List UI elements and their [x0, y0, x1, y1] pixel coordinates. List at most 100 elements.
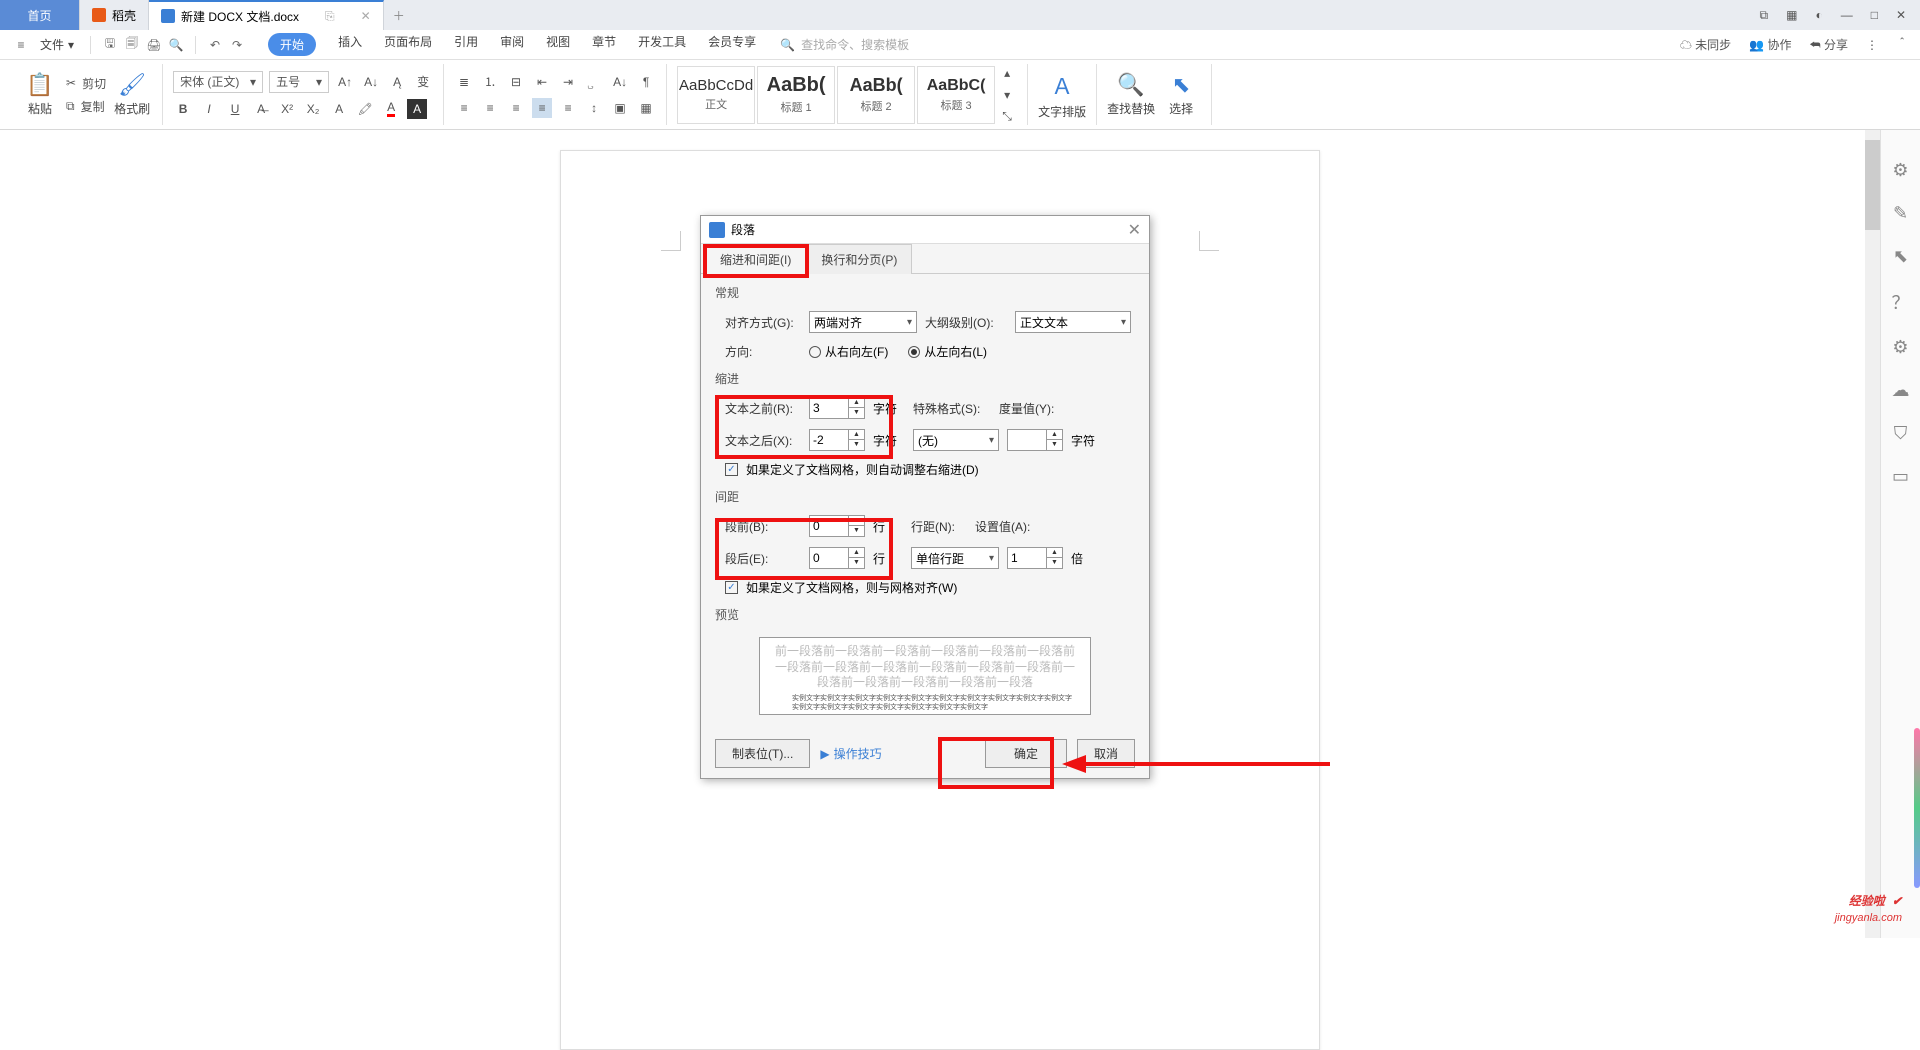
ribbon-tab-layout[interactable]: 页面布局: [384, 33, 432, 56]
style-body[interactable]: AaBbCcDd正文: [677, 66, 755, 124]
superscript-icon[interactable]: X²: [277, 99, 297, 119]
spin-para-after[interactable]: ▲▼: [809, 547, 865, 569]
spin-para-before[interactable]: ▲▼: [809, 515, 865, 537]
side-pen-icon[interactable]: ✎: [1893, 203, 1908, 224]
file-menu[interactable]: 文件▾: [34, 36, 80, 53]
layout1-icon[interactable]: ⧉: [1760, 8, 1769, 23]
tab-document[interactable]: 新建 DOCX 文档.docx ⎘ ✕: [149, 0, 384, 30]
phonetic-icon[interactable]: 变: [413, 72, 433, 92]
spin-before-text[interactable]: ▲▼: [809, 397, 865, 419]
layout-grid-icon[interactable]: ▦: [1786, 8, 1797, 22]
shading-icon[interactable]: A: [407, 99, 427, 119]
style-h1[interactable]: AaBb(标题 1: [757, 66, 835, 124]
coop-button[interactable]: 👥 协作: [1749, 36, 1791, 53]
side-cloud-icon[interactable]: ☁: [1892, 380, 1910, 401]
subscript-icon[interactable]: X₂: [303, 99, 323, 119]
highlight-icon[interactable]: 🖍: [355, 99, 375, 119]
side-book-icon[interactable]: ▭: [1892, 466, 1909, 487]
hamburger-icon[interactable]: ≡: [12, 38, 30, 52]
radio-rtl[interactable]: 从右向左(F): [809, 343, 888, 360]
show-marks-icon[interactable]: ¶: [636, 72, 656, 92]
sync-status[interactable]: ☁ 未同步: [1680, 36, 1731, 53]
format-painter-button[interactable]: 🖌格式刷: [112, 72, 152, 117]
grow-font-icon[interactable]: A↑: [335, 72, 355, 92]
side-cursor-icon[interactable]: ⬉: [1893, 246, 1908, 267]
style-down-icon[interactable]: ▾: [997, 85, 1017, 105]
ribbon-tab-insert[interactable]: 插入: [338, 33, 362, 56]
style-h2[interactable]: AaBb(标题 2: [837, 66, 915, 124]
avatar-icon[interactable]: ◐: [1815, 8, 1822, 22]
border-icon[interactable]: ▦: [636, 98, 656, 118]
collapse-ribbon-icon[interactable]: ＾: [1896, 36, 1908, 53]
bold-icon[interactable]: B: [173, 99, 193, 119]
numbering-icon[interactable]: ⒈: [480, 72, 500, 92]
ribbon-tab-dev[interactable]: 开发工具: [638, 33, 686, 56]
command-search[interactable]: 🔍 查找命令、搜索模板: [780, 36, 909, 53]
ribbon-tab-member[interactable]: 会员专享: [708, 33, 756, 56]
align-justify-icon[interactable]: ≡: [532, 98, 552, 118]
sort-icon[interactable]: A↓: [610, 72, 630, 92]
undo-icon[interactable]: ↶: [206, 38, 224, 52]
spin-setval[interactable]: ▲▼: [1007, 547, 1063, 569]
dialog-titlebar[interactable]: 段落 ✕: [701, 216, 1149, 244]
find-replace-button[interactable]: 🔍查找替换: [1107, 72, 1155, 117]
share-button[interactable]: ⮪ 分享: [1809, 36, 1848, 53]
saveas-icon[interactable]: 🗐: [123, 34, 141, 55]
fill-color-icon[interactable]: ▣: [610, 98, 630, 118]
combo-linesp[interactable]: 单倍行距▾: [911, 547, 999, 569]
underline-icon[interactable]: U: [225, 99, 245, 119]
side-rocket-icon[interactable]: ⚙: [1892, 160, 1908, 181]
maximize-icon[interactable]: □: [1871, 8, 1878, 22]
combo-outline[interactable]: 正文文本▾: [1015, 311, 1131, 333]
italic-icon[interactable]: I: [199, 99, 219, 119]
multilevel-icon[interactable]: ⊟: [506, 72, 526, 92]
align-center-icon[interactable]: ≡: [480, 98, 500, 118]
ribbon-tab-reference[interactable]: 引用: [454, 33, 478, 56]
ribbon-tab-section[interactable]: 章节: [592, 33, 616, 56]
close-window-icon[interactable]: ✕: [1896, 8, 1906, 22]
dialog-tab-indent[interactable]: 缩进和间距(I): [705, 244, 806, 274]
align-left-icon[interactable]: ≡: [454, 98, 474, 118]
more-icon[interactable]: ⋮: [1866, 38, 1878, 52]
redo-icon[interactable]: ↷: [228, 38, 246, 52]
text-effects-icon[interactable]: A: [329, 99, 349, 119]
new-tab-button[interactable]: ＋: [384, 0, 414, 30]
text-typeset-button[interactable]: Ａ文字排版: [1038, 69, 1086, 120]
strike-icon[interactable]: A̶: [251, 99, 271, 119]
bullets-icon[interactable]: ≣: [454, 72, 474, 92]
distribute-icon[interactable]: ≡: [558, 98, 578, 118]
select-button[interactable]: ⬉选择: [1161, 72, 1201, 117]
pin-icon[interactable]: ⎘: [325, 9, 335, 24]
ribbon-tab-view[interactable]: 视图: [546, 33, 570, 56]
vertical-scrollbar[interactable]: [1865, 130, 1880, 938]
increase-indent-icon[interactable]: ⇥: [558, 72, 578, 92]
ok-button[interactable]: 确定: [985, 739, 1067, 768]
cut-button[interactable]: ✂ 剪切: [66, 75, 106, 92]
radio-ltr[interactable]: 从左向右(L): [908, 343, 987, 360]
shrink-font-icon[interactable]: A↓: [361, 72, 381, 92]
dialog-tab-break[interactable]: 换行和分页(P): [806, 244, 912, 274]
tab-daoqiao[interactable]: 稻壳: [80, 0, 149, 30]
font-size-select[interactable]: 五号▾: [269, 71, 329, 93]
asian-layout-icon[interactable]: ꤬: [584, 72, 604, 92]
preview-icon[interactable]: 🔍: [167, 38, 185, 52]
clear-format-icon[interactable]: Ą: [387, 72, 407, 92]
align-right-icon[interactable]: ≡: [506, 98, 526, 118]
spin-measure[interactable]: ▲▼: [1007, 429, 1063, 451]
print-icon[interactable]: 🖨: [145, 38, 163, 52]
decrease-indent-icon[interactable]: ⇤: [532, 72, 552, 92]
checkbox-auto-indent[interactable]: ✓: [725, 463, 738, 476]
paste-button[interactable]: 📋粘贴: [20, 72, 60, 117]
spin-after-text[interactable]: ▲▼: [809, 429, 865, 451]
combo-special[interactable]: (无)▾: [913, 429, 999, 451]
save-icon[interactable]: 🖫: [101, 34, 119, 55]
close-tab-icon[interactable]: ✕: [361, 9, 371, 23]
side-help-icon[interactable]: ？: [1892, 289, 1910, 315]
ribbon-tab-review[interactable]: 审阅: [500, 33, 524, 56]
line-spacing-icon[interactable]: ↕: [584, 98, 604, 118]
checkbox-snap-grid[interactable]: ✓: [725, 581, 738, 594]
combo-align[interactable]: 两端对齐▾: [809, 311, 917, 333]
font-color-icon[interactable]: A: [381, 99, 401, 119]
style-up-icon[interactable]: ▴: [997, 63, 1017, 83]
tabs-button[interactable]: 制表位(T)...: [715, 739, 810, 768]
